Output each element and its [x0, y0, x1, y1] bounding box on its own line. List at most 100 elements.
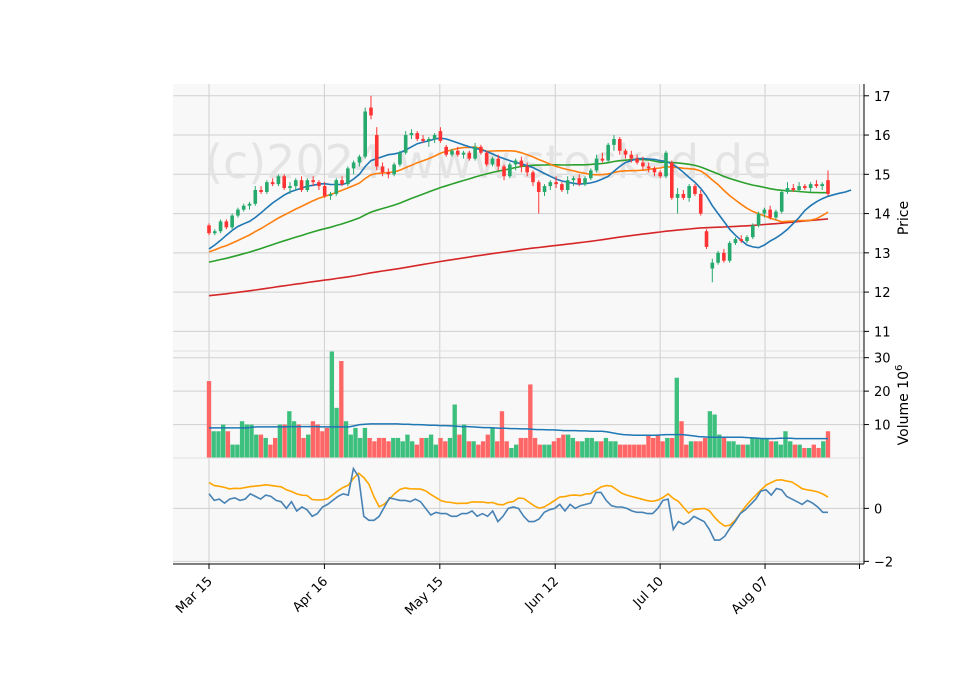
volume-bar	[792, 444, 798, 458]
x-tick-label: Jun 12	[522, 574, 562, 614]
volume-bar	[306, 434, 311, 458]
candle-body	[791, 188, 796, 191]
volume-bar	[542, 444, 547, 458]
candle-body	[797, 186, 801, 191]
candle-body	[282, 176, 287, 189]
price-tick-label: 14	[874, 208, 891, 223]
candle-body	[635, 158, 639, 163]
volume-bar	[632, 444, 637, 458]
volume-bar	[230, 444, 235, 458]
volume-bar	[211, 431, 216, 458]
candle-body	[322, 186, 327, 196]
candle-body	[363, 111, 367, 157]
stock-chart: (c)2024 www.stocked.de 11121314151617102…	[173, 84, 912, 618]
volume-bar	[348, 434, 353, 458]
volume-bar	[528, 384, 533, 458]
price-tick-label: 15	[874, 168, 891, 183]
volume-bar	[239, 421, 245, 458]
volume-bar	[221, 424, 226, 458]
volume-bar	[764, 437, 769, 458]
volume-bar	[759, 437, 765, 458]
volume-bar	[688, 441, 694, 458]
volume-bar	[254, 434, 259, 458]
volume-bar	[372, 441, 377, 458]
volume-bar	[509, 447, 514, 458]
volume-bar	[518, 437, 524, 458]
price-axis-label: Price	[896, 201, 912, 235]
candle-body	[380, 166, 385, 173]
volume-bar	[702, 437, 708, 458]
volume-bar	[693, 441, 698, 458]
volume-bar	[485, 434, 490, 458]
candle-body	[484, 152, 489, 165]
candle-body	[253, 190, 258, 204]
volume-bar	[504, 441, 509, 458]
candle-body	[716, 252, 720, 263]
candle-body	[704, 231, 709, 247]
volume-bar	[405, 434, 410, 458]
volume-bar	[428, 434, 434, 458]
volume-bar	[627, 444, 632, 458]
volume-bar	[410, 441, 415, 458]
volume-bar	[825, 431, 831, 458]
volume-bar	[660, 441, 665, 458]
candle-body	[259, 190, 263, 192]
volume-axis-label: Volume 106	[894, 365, 912, 446]
candle-body	[762, 209, 767, 214]
candle-body	[745, 237, 749, 242]
candle-body	[444, 146, 448, 155]
candle-body	[265, 182, 269, 192]
candle-body	[224, 221, 229, 228]
volume-bar	[806, 447, 812, 458]
volume-bar	[707, 411, 713, 458]
volume-bar	[599, 441, 604, 458]
volume-bar	[608, 441, 613, 458]
volume-bar	[386, 441, 391, 458]
volume-bar	[513, 444, 519, 458]
candle-body	[305, 180, 310, 191]
candle-body	[594, 158, 599, 171]
volume-bar	[495, 441, 500, 458]
candle-body	[357, 156, 362, 163]
volume-bar	[783, 431, 788, 458]
volume-bar	[731, 441, 736, 458]
volume-bar	[457, 434, 462, 458]
candle-body	[641, 162, 645, 167]
volume-bar	[296, 424, 301, 458]
volume-bar	[272, 437, 278, 458]
x-tick-label: Mar 15	[173, 574, 216, 617]
candle-body	[299, 180, 304, 191]
candle-body	[351, 162, 356, 169]
candle-body	[415, 133, 420, 139]
candle-body	[421, 138, 425, 141]
candle-body	[693, 186, 697, 194]
candle-body	[369, 107, 373, 116]
volume-bar	[717, 434, 722, 458]
volume-bar	[740, 444, 746, 458]
volume-bar	[537, 444, 542, 458]
volume-bar	[419, 437, 424, 458]
volume-bar	[811, 444, 816, 458]
volume-axis-exponent: 6	[894, 365, 905, 371]
candle-body	[531, 172, 535, 183]
volume-bar	[589, 437, 594, 458]
price-tick-label: 12	[874, 286, 891, 301]
volume-tick-label: 20	[874, 385, 891, 400]
candle-body	[652, 168, 657, 173]
candle-body	[247, 203, 252, 206]
candle-body	[548, 182, 553, 187]
volume-bar	[400, 441, 405, 458]
candle-body	[577, 178, 582, 185]
candle-body	[450, 150, 454, 155]
candle-body	[502, 166, 506, 177]
volume-bar	[580, 441, 585, 458]
candle-body	[774, 211, 778, 218]
candle-body	[617, 138, 622, 151]
candle-body	[664, 152, 668, 177]
candle-body	[612, 138, 616, 145]
volume-bar	[773, 441, 779, 458]
candle-body	[479, 146, 483, 153]
volume-bar	[617, 444, 623, 458]
volume-bar	[466, 441, 472, 458]
volume-bar	[471, 441, 476, 458]
